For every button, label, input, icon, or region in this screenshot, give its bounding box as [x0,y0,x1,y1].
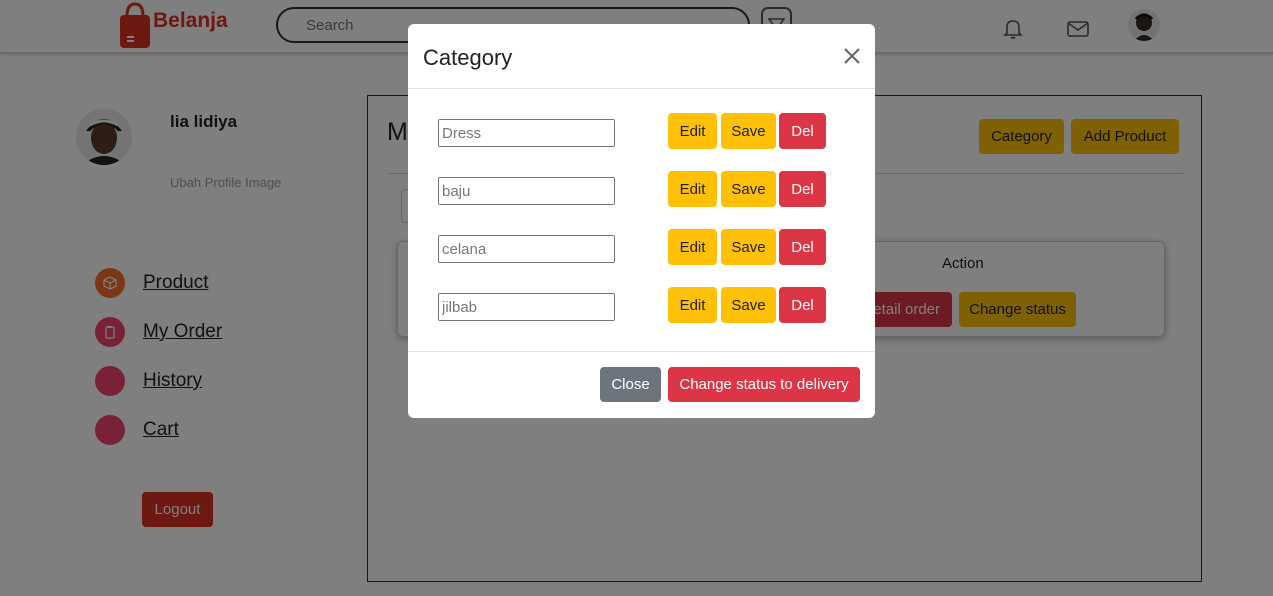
modal-header: Category [408,24,875,89]
modal-footer-divider [408,351,875,352]
close-modal-button[interactable]: Close [600,367,661,402]
save-button[interactable]: Save [721,113,776,149]
edit-button[interactable]: Edit [668,113,717,149]
edit-button[interactable]: Edit [668,171,717,207]
delete-button[interactable]: Del [779,229,826,265]
delete-button[interactable]: Del [779,171,826,207]
modal-title: Category [423,45,513,70]
category-row: Edit Save Del [438,287,828,323]
change-status-delivery-button[interactable]: Change status to delivery [668,367,860,402]
edit-button[interactable]: Edit [668,287,717,323]
delete-button[interactable]: Del [779,287,826,323]
category-row: Edit Save Del [438,113,828,149]
save-button[interactable]: Save [721,171,776,207]
close-button[interactable] [840,44,864,68]
category-name-input[interactable] [438,177,615,205]
category-name-input[interactable] [438,235,615,263]
save-button[interactable]: Save [721,287,776,323]
category-modal: Category Edit Save Del Edit Save Del Edi… [408,24,875,418]
delete-button[interactable]: Del [779,113,826,149]
close-icon [844,48,860,64]
category-name-input[interactable] [438,293,615,321]
category-row: Edit Save Del [438,171,828,207]
edit-button[interactable]: Edit [668,229,717,265]
category-row: Edit Save Del [438,229,828,265]
save-button[interactable]: Save [721,229,776,265]
category-name-input[interactable] [438,119,615,147]
